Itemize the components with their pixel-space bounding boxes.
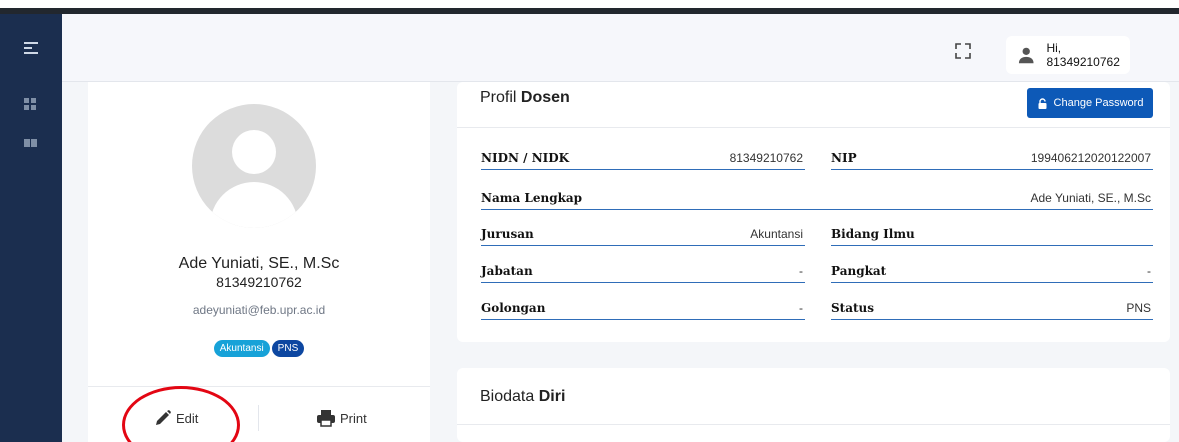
detail-row-golongan: Golongan - — [481, 300, 805, 320]
detail-row-status: Status PNS — [831, 300, 1153, 320]
biodata-title: Biodata Diri — [480, 388, 566, 405]
edit-button[interactable]: Edit — [154, 408, 198, 428]
divider — [457, 424, 1170, 425]
printer-icon — [317, 410, 335, 427]
detail-row-nidn: NIDN / NIDK 81349210762 — [481, 150, 805, 170]
detail-row-pangkat: Pangkat - — [831, 263, 1153, 283]
top-border — [0, 0, 1179, 14]
badge-status: PNS — [271, 340, 305, 357]
divider — [88, 386, 430, 387]
print-label: Print — [340, 410, 367, 426]
menu-icon[interactable] — [24, 42, 38, 56]
profile-email: adeyuniati@feb.upr.ac.id — [192, 303, 326, 317]
badge-jurusan: Akuntansi — [213, 340, 270, 357]
user-icon — [1018, 47, 1034, 64]
avatar — [192, 104, 316, 228]
divider — [457, 127, 1170, 128]
user-greeting: Hi, 81349210762 — [1046, 41, 1120, 69]
detail-title: Profil Dosen — [480, 89, 570, 106]
print-button[interactable]: Print — [316, 408, 367, 428]
divider — [258, 405, 259, 431]
profile-id: 81349210762 — [216, 274, 302, 290]
change-password-button[interactable]: Change Password — [1027, 88, 1153, 118]
profile-badges: Akuntansi PNS — [88, 338, 430, 357]
detail-row-jurusan: Jurusan Akuntansi — [481, 226, 805, 246]
detail-row-jabatan: Jabatan - — [481, 263, 805, 283]
sidebar — [0, 14, 62, 442]
edit-label: Edit — [176, 410, 199, 426]
header: Hi, 81349210762 — [62, 14, 1179, 82]
pencil-icon — [156, 410, 171, 425]
dashboard-icon[interactable] — [24, 98, 38, 112]
detail-row-nip: NIP 199406212020122007 — [831, 150, 1153, 170]
detail-row-nama: Nama Lengkap Ade Yuniati, SE., M.Sc — [481, 190, 1153, 210]
user-menu-button[interactable]: Hi, 81349210762 — [1006, 36, 1130, 74]
lock-icon — [1038, 97, 1047, 109]
detail-row-bidang-ilmu: Bidang Ilmu — [831, 226, 1153, 246]
book-icon[interactable] — [24, 136, 38, 150]
profile-name: Ade Yuniati, SE., M.Sc — [178, 255, 340, 272]
fullscreen-icon[interactable] — [950, 38, 976, 64]
